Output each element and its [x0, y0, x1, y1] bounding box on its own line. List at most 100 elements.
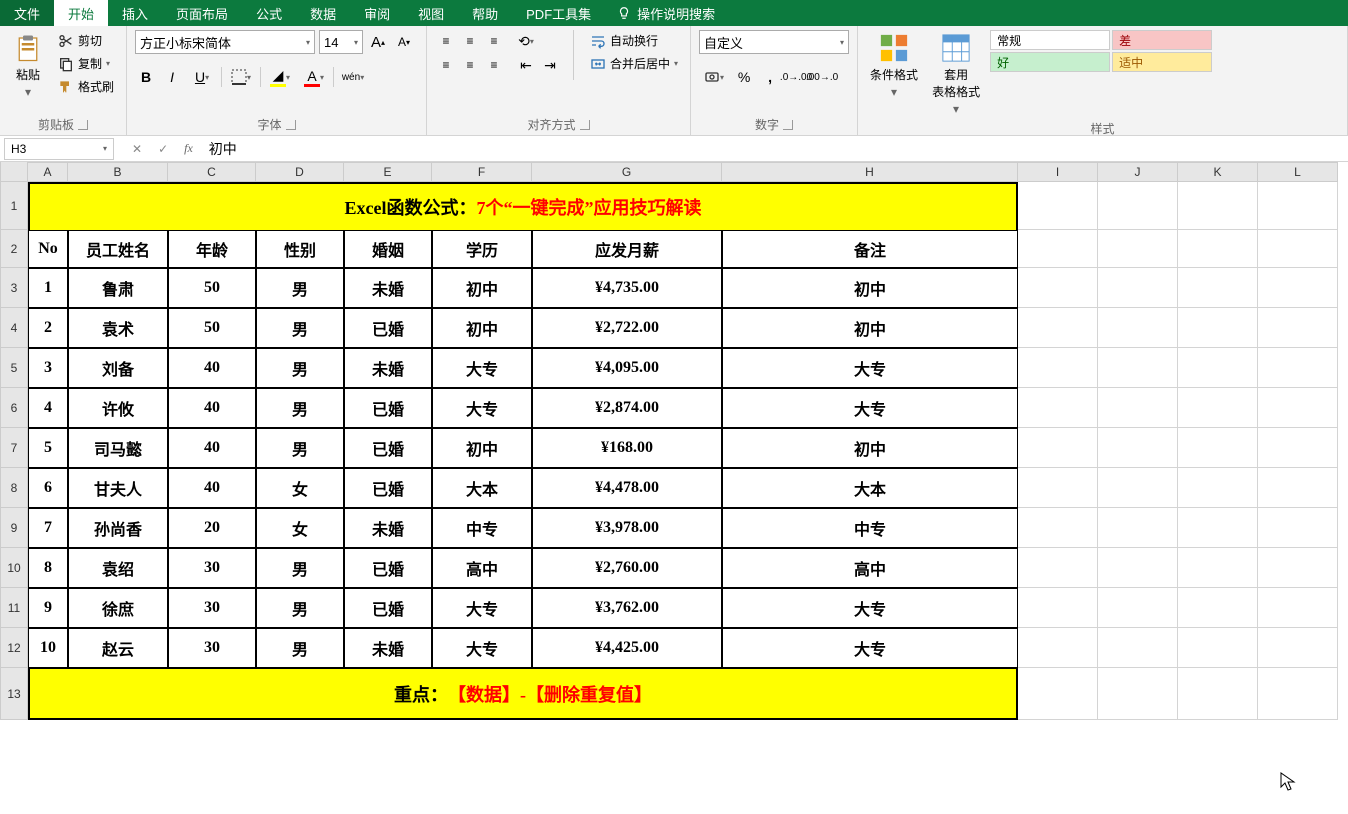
column-header[interactable]: J — [1098, 162, 1178, 182]
table-header[interactable]: No — [28, 230, 68, 268]
table-cell[interactable]: 大专 — [722, 388, 1018, 428]
column-header[interactable]: A — [28, 162, 68, 182]
column-header[interactable]: I — [1018, 162, 1098, 182]
name-box[interactable]: H3▾ — [4, 138, 114, 160]
cell[interactable] — [1018, 308, 1098, 348]
table-cell[interactable]: ¥2,874.00 — [532, 388, 722, 428]
cell[interactable] — [1258, 628, 1338, 668]
table-cell[interactable]: 大专 — [722, 348, 1018, 388]
table-cell[interactable]: 已婚 — [344, 548, 432, 588]
cell[interactable] — [1258, 508, 1338, 548]
table-cell[interactable]: 10 — [28, 628, 68, 668]
cell[interactable] — [1258, 668, 1338, 720]
cell[interactable] — [1258, 548, 1338, 588]
table-header[interactable]: 备注 — [722, 230, 1018, 268]
table-cell[interactable]: 男 — [256, 548, 344, 588]
cell[interactable] — [1098, 388, 1178, 428]
table-cell[interactable]: 赵云 — [68, 628, 168, 668]
cell[interactable] — [1178, 468, 1258, 508]
decrease-indent-button[interactable]: ⇤ — [515, 54, 537, 76]
table-cell[interactable]: 初中 — [432, 428, 532, 468]
font-size-select[interactable]: 14▾ — [319, 30, 363, 54]
cell[interactable] — [1098, 428, 1178, 468]
table-cell[interactable]: 大专 — [432, 588, 532, 628]
table-cell[interactable]: 30 — [168, 628, 256, 668]
table-cell[interactable]: 40 — [168, 388, 256, 428]
menu-tab-1[interactable]: 插入 — [108, 0, 162, 26]
table-cell[interactable]: 40 — [168, 348, 256, 388]
cell[interactable] — [1018, 588, 1098, 628]
row-header[interactable]: 8 — [0, 468, 28, 508]
table-cell[interactable]: 大专 — [432, 388, 532, 428]
cell[interactable] — [1258, 308, 1338, 348]
table-cell[interactable]: ¥4,425.00 — [532, 628, 722, 668]
dialog-launcher-icon[interactable] — [78, 120, 88, 130]
enter-button[interactable]: ✓ — [150, 142, 176, 156]
table-cell[interactable]: 大专 — [722, 588, 1018, 628]
table-cell[interactable]: 初中 — [722, 428, 1018, 468]
table-cell[interactable]: 男 — [256, 388, 344, 428]
table-cell[interactable]: 男 — [256, 348, 344, 388]
cell[interactable] — [1178, 548, 1258, 588]
decrease-decimal-button[interactable]: .00→.0 — [811, 66, 833, 88]
menu-tab-0[interactable]: 开始 — [54, 0, 108, 26]
decrease-font-button[interactable]: A▾ — [393, 31, 415, 53]
table-cell[interactable]: 已婚 — [344, 468, 432, 508]
cut-button[interactable]: 剪切 — [54, 30, 118, 51]
cell[interactable] — [1258, 588, 1338, 628]
dialog-launcher-icon[interactable] — [286, 120, 296, 130]
cell[interactable] — [1178, 182, 1258, 230]
table-cell[interactable]: 40 — [168, 428, 256, 468]
column-header[interactable]: E — [344, 162, 432, 182]
cell[interactable] — [1178, 508, 1258, 548]
table-cell[interactable]: 已婚 — [344, 428, 432, 468]
column-header[interactable]: D — [256, 162, 344, 182]
cell[interactable] — [1098, 548, 1178, 588]
sheet-footer[interactable]: 重点：【数据】-【删除重复值】 — [28, 668, 1018, 720]
column-header[interactable]: H — [722, 162, 1018, 182]
column-header[interactable]: F — [432, 162, 532, 182]
cell[interactable] — [1018, 508, 1098, 548]
table-cell[interactable]: ¥168.00 — [532, 428, 722, 468]
align-top-button[interactable]: ≡ — [435, 30, 457, 52]
cell[interactable] — [1098, 182, 1178, 230]
table-cell[interactable]: 徐庶 — [68, 588, 168, 628]
table-cell[interactable]: 1 — [28, 268, 68, 308]
table-cell[interactable]: 男 — [256, 428, 344, 468]
row-header[interactable]: 1 — [0, 182, 28, 230]
align-left-button[interactable]: ≡ — [435, 54, 457, 76]
row-header[interactable]: 5 — [0, 348, 28, 388]
table-cell[interactable]: 已婚 — [344, 588, 432, 628]
increase-font-button[interactable]: A▴ — [367, 31, 389, 53]
table-cell[interactable]: 2 — [28, 308, 68, 348]
conditional-format-button[interactable]: 条件格式▾ — [866, 30, 922, 101]
cell[interactable] — [1178, 308, 1258, 348]
cell[interactable] — [1098, 468, 1178, 508]
table-cell[interactable]: 30 — [168, 588, 256, 628]
cell-style-bad[interactable]: 差 — [1112, 30, 1212, 50]
copy-button[interactable]: 复制▾ — [54, 53, 118, 74]
table-cell[interactable]: ¥4,735.00 — [532, 268, 722, 308]
cell[interactable] — [1178, 588, 1258, 628]
cell[interactable] — [1178, 230, 1258, 268]
comma-button[interactable]: , — [759, 66, 781, 88]
table-cell[interactable]: 3 — [28, 348, 68, 388]
table-cell[interactable]: 男 — [256, 628, 344, 668]
table-cell[interactable]: 7 — [28, 508, 68, 548]
table-cell[interactable]: ¥2,760.00 — [532, 548, 722, 588]
table-cell[interactable]: 初中 — [432, 268, 532, 308]
column-header[interactable]: K — [1178, 162, 1258, 182]
table-cell[interactable]: 已婚 — [344, 388, 432, 428]
cell[interactable] — [1098, 508, 1178, 548]
cell[interactable] — [1258, 268, 1338, 308]
table-cell[interactable]: 9 — [28, 588, 68, 628]
menu-tab-4[interactable]: 数据 — [296, 0, 350, 26]
row-header[interactable]: 11 — [0, 588, 28, 628]
align-middle-button[interactable]: ≡ — [459, 30, 481, 52]
cell[interactable] — [1018, 468, 1098, 508]
cell[interactable] — [1098, 668, 1178, 720]
table-cell[interactable]: ¥4,478.00 — [532, 468, 722, 508]
cell[interactable] — [1258, 468, 1338, 508]
row-header[interactable]: 6 — [0, 388, 28, 428]
table-header[interactable]: 年龄 — [168, 230, 256, 268]
